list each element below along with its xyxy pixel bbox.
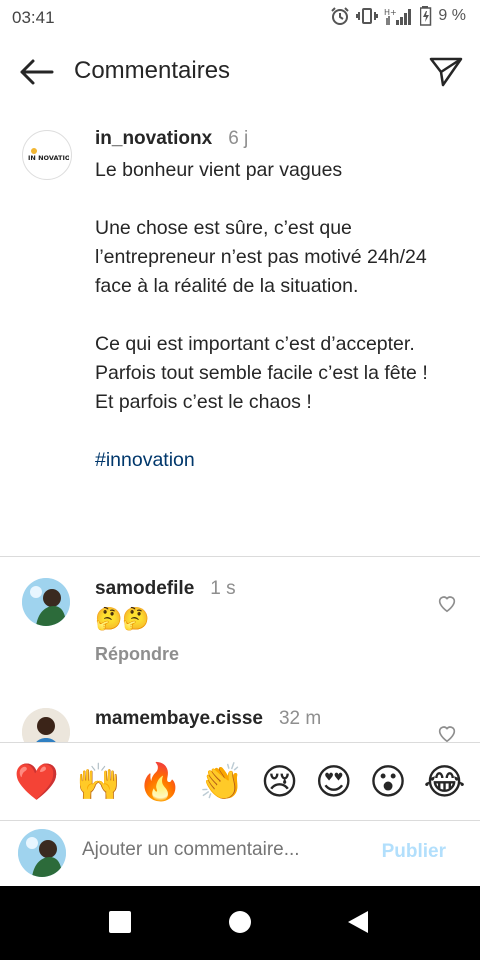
emoji-laughing[interactable]: 😂 [424,763,466,800]
back-button[interactable] [16,52,56,92]
publish-button[interactable]: Publier [382,841,446,863]
comment-input[interactable] [82,839,362,861]
profile-photo [18,829,66,877]
alarm-icon [331,7,350,25]
caption-paragraph: Une chose est sûre, c’est que l’entrepre… [95,217,427,297]
emoji-heart-eyes[interactable]: 😍 [315,763,353,800]
battery-percent: 9 % [438,7,466,24]
emoji-heart[interactable]: ❤️ [14,763,59,800]
emoji-quick-bar: ❤️ 🙌 🔥 👏 😢 😍 😮 😂 [0,742,480,820]
reply-button[interactable]: Répondre [95,644,179,665]
svg-text:H+: H+ [384,8,397,17]
post-time: 6 j [228,128,249,149]
back-arrow-icon [20,59,54,85]
post-username[interactable]: in_novationx [95,128,212,150]
profile-photo [22,578,70,626]
post-caption: Le bonheur vient par vagues Une chose es… [95,156,435,475]
status-bar: 03:41 H+ 9 % [0,0,480,36]
innovation-logo: IN NOVATION [26,134,69,176]
status-time: 03:41 [12,8,55,27]
vibrate-icon [356,8,379,24]
post-header: in_novationx 6 j [95,128,248,150]
comment-username[interactable]: samodefile [95,578,194,600]
emoji-clapping[interactable]: 👏 [199,763,244,800]
back-nav-icon[interactable] [346,910,370,934]
status-icons: H+ 9 % [330,6,466,26]
signal-icon: H+ [384,8,412,25]
comment-item: samodefile 1 s 🤔🤔 Répondre [0,566,480,676]
comment-username[interactable]: mamembaye.cisse [95,708,263,730]
home-icon[interactable] [228,910,252,934]
comment-item: mamembaye.cisse 32 m [0,696,480,742]
send-icon [429,57,463,87]
share-button[interactable] [426,52,466,92]
post-caption-block: IN NOVATION in_novationx 6 j Le bonheur … [0,116,480,556]
emoji-surprised[interactable]: 😮 [369,763,407,800]
post-author-avatar[interactable]: IN NOVATION [22,130,72,180]
comment-time: 1 s [210,578,236,599]
profile-photo [22,708,70,742]
avatar[interactable] [22,708,70,742]
logo-text: IN NOVATION [28,154,69,162]
emoji-raised-hands[interactable]: 🙌 [76,763,121,800]
header: Commentaires [0,36,480,108]
divider [0,556,480,557]
recents-icon[interactable] [108,910,132,934]
system-nav-bar [0,886,480,960]
caption-line: Le bonheur vient par vagues [95,159,343,181]
emoji-crying[interactable]: 😢 [261,763,299,800]
comment-text: 🤔🤔 [95,606,150,631]
battery-icon [420,6,432,26]
comment-header: mamembaye.cisse 32 m [95,708,321,730]
avatar[interactable] [22,578,70,626]
emoji-fire[interactable]: 🔥 [138,763,183,800]
like-heart-icon[interactable] [436,592,458,614]
comment-composer: Publier [0,820,480,887]
caption-paragraph: Ce qui est important c’est d’accepter. P… [95,333,428,413]
avatar [18,829,66,877]
hashtag-link[interactable]: #innovation [95,449,195,471]
page-title: Commentaires [74,57,231,84]
like-heart-icon[interactable] [436,722,458,742]
comment-time: 32 m [278,708,322,729]
comment-header: samodefile 1 s [95,578,236,600]
